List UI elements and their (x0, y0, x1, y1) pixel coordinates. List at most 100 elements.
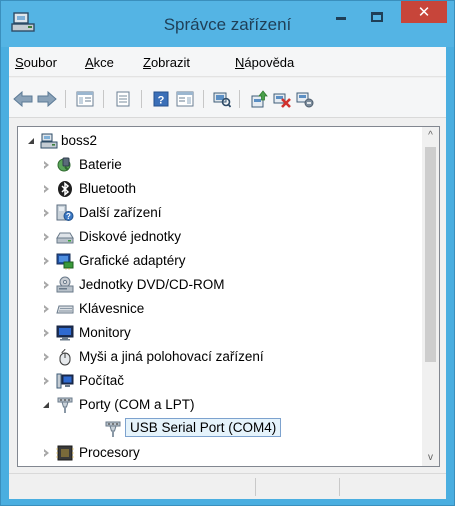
menu-bar: Soubor Akce Zobrazit Nápověda (9, 47, 446, 77)
tree-item-mysi[interactable]: Myši a jiná polohovací zařízení (18, 345, 422, 369)
client-area: Soubor Akce Zobrazit Nápověda ? boss2 Ba… (9, 47, 446, 499)
minimize-button[interactable] (327, 1, 355, 33)
maximize-icon (371, 12, 383, 22)
menu-zobrazit[interactable]: Zobrazit (143, 55, 190, 70)
scroll-thumb[interactable] (425, 147, 436, 362)
properties-button[interactable] (113, 89, 133, 109)
expand-toggle[interactable] (41, 351, 51, 363)
port-icon (57, 397, 73, 413)
tree-item-label: Diskové jednotky (79, 229, 182, 244)
show-hide-console-tree-icon (76, 91, 94, 107)
collapse-toggle[interactable] (26, 135, 36, 147)
uninstall-button[interactable] (272, 89, 292, 109)
menu-access-key: Z (143, 55, 151, 70)
maximize-button[interactable] (363, 1, 391, 33)
expand-toggle[interactable] (41, 255, 51, 267)
tree-item-usb-serial-port[interactable]: USB Serial Port (COM4) (18, 417, 422, 441)
computer-icon (56, 373, 74, 389)
disk-drive-icon (56, 232, 74, 244)
update-driver-icon (251, 90, 268, 108)
expand-toggle[interactable] (41, 327, 51, 339)
menu-soubor[interactable]: Soubor (15, 55, 57, 70)
device-manager-window: Správce zařízení ✕ Soubor Akce Zobrazit … (0, 0, 455, 506)
tree-item-label: Porty (COM a LPT) (79, 397, 195, 412)
minimize-icon (336, 16, 346, 20)
expand-toggle[interactable] (41, 303, 51, 315)
tree-item-diskove-jednotky[interactable]: Diskové jednotky (18, 225, 422, 249)
expand-toggle[interactable] (41, 231, 51, 243)
menu-label: oubor (23, 55, 57, 70)
display-adapter-icon (56, 253, 74, 270)
expand-toggle[interactable] (41, 159, 51, 171)
close-button[interactable]: ✕ (401, 1, 447, 23)
forward-button[interactable] (37, 89, 57, 109)
vertical-scrollbar[interactable]: ^ v (422, 127, 439, 466)
menu-akce[interactable]: Akce (85, 55, 114, 70)
collapse-toggle[interactable] (41, 399, 51, 411)
toolbar-separator (65, 90, 66, 108)
tree-item-label: Jednotky DVD/CD-ROM (79, 277, 225, 292)
disable-button[interactable] (295, 89, 315, 109)
scroll-up-button[interactable]: ^ (422, 127, 439, 144)
expand-toggle[interactable] (41, 183, 51, 195)
back-arrow-icon (13, 91, 33, 107)
svg-text:?: ? (66, 212, 71, 221)
tree-item-klavesnice[interactable]: Klávesnice (18, 297, 422, 321)
tree-item-label: Další zařízení (79, 205, 162, 220)
menu-label: obrazit (150, 55, 190, 70)
tree-item-label: Grafické adaptéry (79, 253, 186, 268)
help-button[interactable]: ? (151, 89, 171, 109)
scroll-down-icon: v (428, 452, 433, 463)
tree-item-label: USB Serial Port (COM4) (125, 418, 282, 437)
tree-item-graficke-adaptery[interactable]: Grafické adaptéry (18, 249, 422, 273)
menu-napoveda[interactable]: Nápověda (235, 55, 294, 70)
device-tree[interactable]: boss2 Baterie Bluetooth ? Další zařízení (17, 126, 440, 467)
tree-item-bluetooth[interactable]: Bluetooth (18, 177, 422, 201)
expand-toggle[interactable] (41, 375, 51, 387)
bluetooth-icon (58, 181, 72, 197)
title-bar[interactable]: Správce zařízení ✕ (1, 1, 454, 47)
status-bar (9, 473, 446, 499)
tree-item-label: Klávesnice (79, 301, 145, 316)
menu-access-key: S (15, 55, 24, 70)
scroll-down-button[interactable]: v (422, 449, 439, 466)
menu-label: kce (93, 55, 114, 70)
close-icon: ✕ (417, 4, 431, 21)
tree-item-porty[interactable]: Porty (COM a LPT) (18, 393, 422, 417)
scan-hardware-button[interactable] (212, 89, 232, 109)
computer-root-icon (40, 133, 58, 149)
toolbar-separator (103, 90, 104, 108)
port-icon (105, 421, 121, 437)
tree-item-pocitac[interactable]: Počítač (18, 369, 422, 393)
uninstall-icon (273, 93, 291, 108)
tree-item-label: Myši a jiná polohovací zařízení (79, 349, 264, 364)
expand-toggle[interactable] (41, 279, 51, 291)
tree-root[interactable]: boss2 (18, 129, 422, 153)
show-console-tree-button[interactable] (75, 89, 95, 109)
expand-toggle[interactable] (41, 207, 51, 219)
properties-icon (116, 91, 130, 107)
action-pane-icon (176, 91, 194, 107)
expand-toggle[interactable] (41, 447, 51, 459)
mouse-icon (59, 348, 71, 366)
help-icon: ? (153, 91, 169, 107)
battery-icon (57, 157, 71, 172)
toolbar: ? (9, 78, 446, 118)
menu-access-key: A (85, 55, 94, 70)
action-pane-button[interactable] (175, 89, 195, 109)
tree-item-dalsi-zarizeni[interactable]: ? Další zařízení (18, 201, 422, 225)
keyboard-icon (56, 305, 74, 314)
tree-item-label: Procesory (79, 445, 140, 460)
monitor-icon (56, 325, 74, 341)
tree-item-procesory[interactable]: Procesory (18, 441, 422, 465)
update-driver-button[interactable] (249, 89, 269, 109)
tree-item-label: Baterie (79, 157, 122, 172)
unknown-device-icon: ? (56, 204, 74, 221)
status-pane (255, 478, 256, 496)
back-button[interactable] (13, 89, 33, 109)
tree-item-monitory[interactable]: Monitory (18, 321, 422, 345)
processor-icon (56, 445, 74, 461)
dvd-drive-icon (56, 276, 74, 293)
tree-item-baterie[interactable]: Baterie (18, 153, 422, 177)
tree-item-jednotky-dvd[interactable]: Jednotky DVD/CD-ROM (18, 273, 422, 297)
